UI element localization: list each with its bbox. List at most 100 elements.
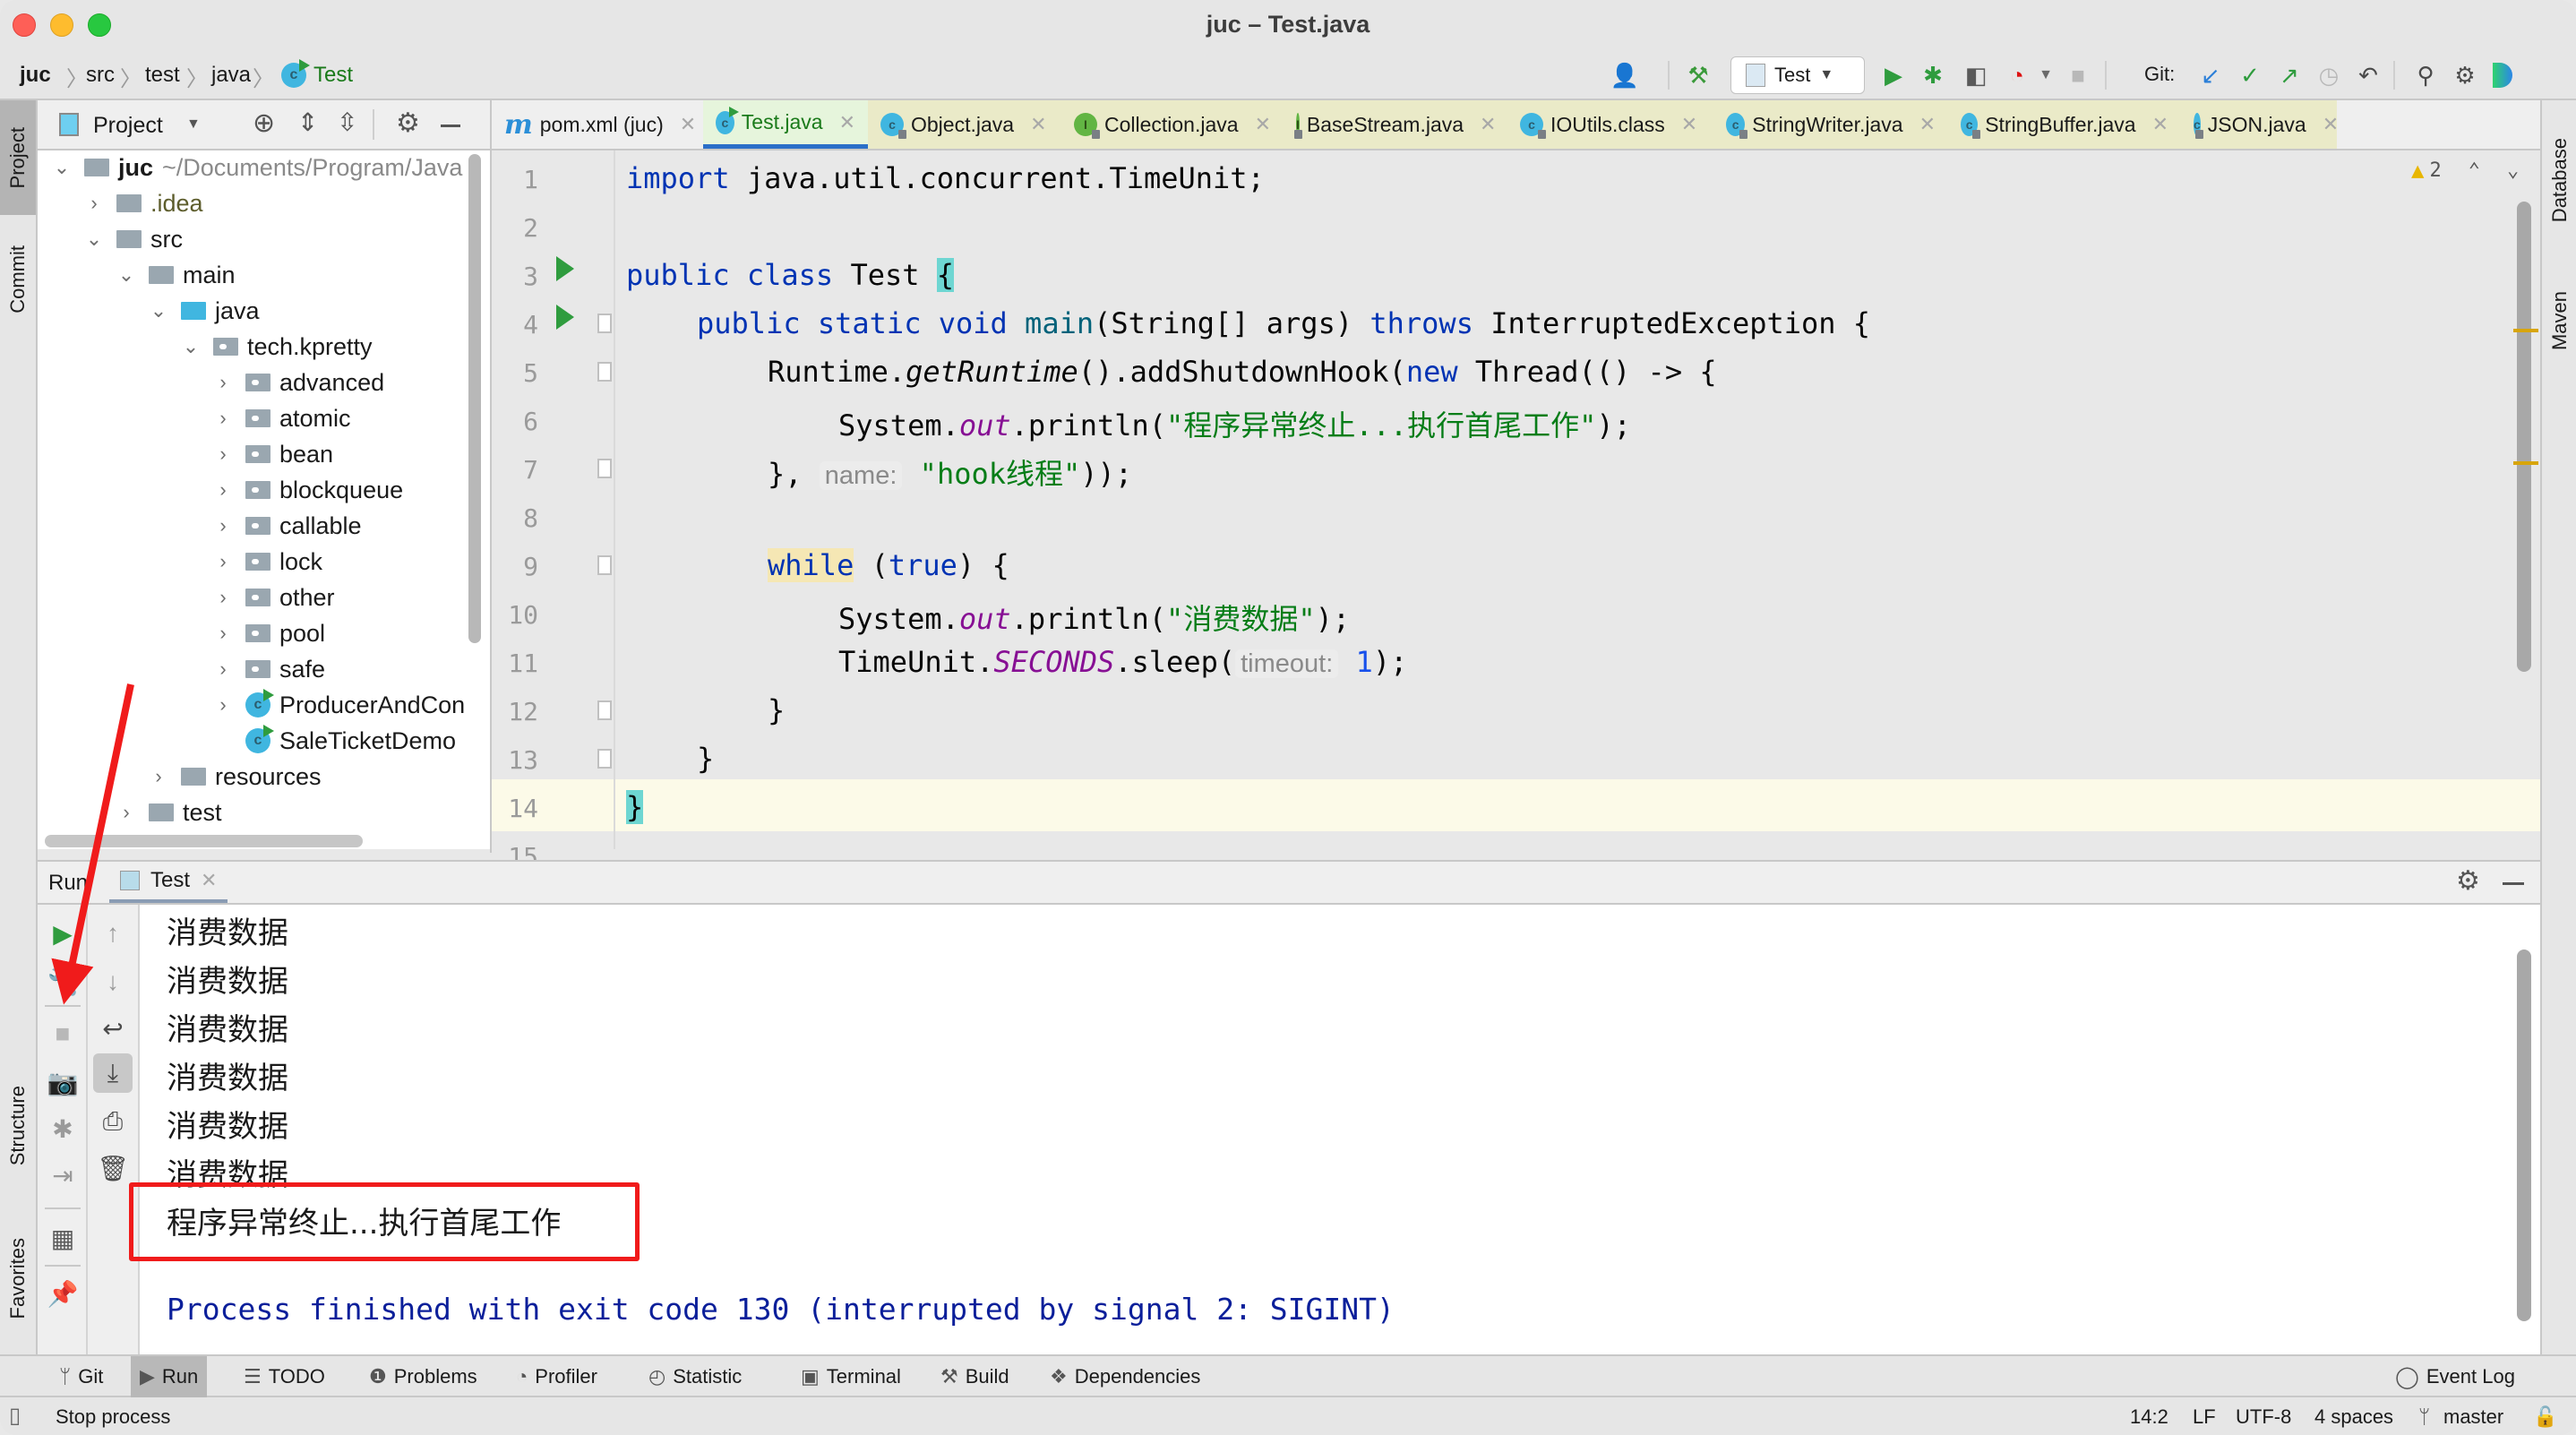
editor-tab[interactable]: I BaseStream.java ✕: [1284, 100, 1507, 149]
fold-toggle-icon[interactable]: [597, 362, 612, 382]
code-editor[interactable]: import java.util.concurrent.TimeUnit; pu…: [615, 150, 2540, 849]
tool-tab-structure[interactable]: Structure: [0, 1059, 36, 1193]
next-highlight-icon[interactable]: ⌄: [2507, 159, 2519, 182]
editor-tab[interactable]: c IOUtils.class ✕: [1507, 100, 1713, 149]
pin-icon[interactable]: 📌: [45, 1276, 81, 1311]
tree-item[interactable]: ⌄ java: [147, 294, 260, 328]
tree-item[interactable]: › test: [115, 795, 221, 829]
tree-item[interactable]: › .idea: [82, 186, 202, 220]
chevron-right-icon[interactable]: ›: [211, 514, 235, 537]
lock-open-icon[interactable]: 🔓: [2533, 1405, 2557, 1429]
tool-window-button-build[interactable]: ⚒ Build: [932, 1356, 1018, 1397]
tool-window-button-dependencies[interactable]: ❖ Dependencies: [1041, 1356, 1209, 1397]
settings-gear-icon[interactable]: ⚙: [396, 107, 420, 139]
event-log-button[interactable]: ◯ Event Log: [2386, 1356, 2524, 1397]
chevron-right-icon[interactable]: ›: [211, 586, 235, 609]
tree-item[interactable]: › pool: [211, 616, 325, 650]
chevron-right-icon[interactable]: ›: [82, 192, 106, 215]
warning-marker[interactable]: [2513, 461, 2538, 465]
tree-item[interactable]: › safe: [211, 652, 325, 686]
line-separator[interactable]: LF: [2193, 1405, 2216, 1429]
tool-window-button-terminal[interactable]: ▣ Terminal: [792, 1356, 910, 1397]
close-tab-icon[interactable]: ✕: [1919, 113, 1936, 136]
close-tab-icon[interactable]: ✕: [201, 869, 217, 892]
profile-icon[interactable]: ◔: [2001, 59, 2033, 91]
tree-item[interactable]: › resources: [147, 760, 321, 794]
tree-item[interactable]: › advanced: [211, 365, 384, 400]
project-horizontal-scrollbar[interactable]: [45, 835, 363, 847]
tree-item[interactable]: › bean: [211, 437, 333, 471]
up-stack-icon[interactable]: ↑: [95, 915, 131, 951]
run-class-gutter-icon[interactable]: [556, 256, 574, 281]
search-icon[interactable]: ⚲: [2409, 59, 2442, 91]
settings-gear-icon[interactable]: ⚙: [2456, 865, 2480, 897]
hide-panel-icon[interactable]: [441, 125, 460, 127]
breadcrumb-java[interactable]: java: [211, 63, 251, 88]
git-branch[interactable]: master: [2443, 1405, 2503, 1429]
editor-tab[interactable]: c StringWriter.java ✕: [1713, 100, 1948, 149]
chevron-down-icon[interactable]: ⌄: [179, 335, 202, 358]
warnings-indicator[interactable]: ▲ 2 ⌃ ⌄: [2411, 158, 2519, 183]
clear-all-trash-icon[interactable]: 🗑: [95, 1150, 131, 1186]
build-hammer-icon[interactable]: ⚒: [1682, 59, 1714, 91]
scroll-to-end-icon[interactable]: ⤓: [93, 1053, 133, 1093]
git-commit-icon[interactable]: ✓: [2234, 59, 2266, 91]
tool-tab-database[interactable]: Database: [2542, 113, 2576, 247]
editor-tab[interactable]: c StringBuffer.java ✕: [1948, 100, 2181, 149]
chevron-down-icon[interactable]: ⌄: [82, 228, 106, 251]
chevron-right-icon[interactable]: ›: [115, 801, 138, 824]
close-tab-icon[interactable]: ✕: [680, 113, 696, 136]
tool-window-button-git[interactable]: ᛘ Git: [50, 1356, 112, 1397]
run-icon[interactable]: ▶: [1877, 59, 1910, 91]
tree-item[interactable]: › atomic: [211, 401, 350, 435]
fold-toggle-icon[interactable]: [597, 749, 612, 769]
coverage-icon[interactable]: ◧: [1960, 59, 1992, 91]
warning-marker[interactable]: [2513, 329, 2538, 332]
tree-item[interactable]: › c ProducerAndCon: [211, 688, 465, 722]
run-configuration-selector[interactable]: Test ▼: [1730, 56, 1865, 94]
project-vertical-scrollbar[interactable]: [468, 154, 481, 643]
previous-highlight-icon[interactable]: ⌃: [2469, 159, 2480, 182]
thread-dump-camera-icon[interactable]: 📷: [45, 1064, 81, 1100]
account-icon[interactable]: 👤: [1609, 59, 1641, 91]
chevron-right-icon[interactable]: ›: [211, 550, 235, 573]
fold-toggle-icon[interactable]: [597, 700, 612, 720]
rerun-icon[interactable]: ▶: [45, 915, 81, 951]
close-tab-icon[interactable]: ✕: [2152, 113, 2168, 136]
caret-position[interactable]: 14:2: [2130, 1405, 2168, 1429]
fold-toggle-icon[interactable]: [597, 314, 612, 333]
editor-tab[interactable]: c Test.java ✕: [703, 100, 868, 149]
tool-window-button-problems[interactable]: ❶ Problems: [360, 1356, 486, 1397]
editor-vertical-scrollbar[interactable]: [2517, 202, 2531, 672]
tree-item[interactable]: ⌄ main: [115, 258, 236, 292]
close-tab-icon[interactable]: ✕: [2323, 113, 2339, 136]
tool-window-button-statistic[interactable]: ◴ Statistic: [640, 1356, 751, 1397]
editor-tab[interactable]: c Object.java ✕: [868, 100, 1061, 149]
breadcrumb-test[interactable]: test: [145, 63, 180, 88]
hide-panel-icon[interactable]: [2503, 882, 2524, 885]
chevron-right-icon[interactable]: ›: [211, 407, 235, 430]
project-view-selector[interactable]: Project: [93, 113, 163, 139]
tree-item-root[interactable]: ⌄ juc ~/Documents/Program/Java: [50, 150, 463, 185]
close-tab-icon[interactable]: ✕: [1480, 113, 1496, 136]
settings-gear-icon[interactable]: ⚙: [2449, 59, 2481, 91]
expand-all-icon[interactable]: ⇕: [297, 107, 318, 137]
down-stack-icon[interactable]: ↓: [95, 964, 131, 1000]
tree-item[interactable]: › other: [211, 580, 334, 614]
close-tab-icon[interactable]: ✕: [1681, 113, 1697, 136]
layout-icon[interactable]: ▦: [45, 1220, 81, 1256]
git-update-icon[interactable]: ↙: [2194, 59, 2227, 91]
debug-disabled-icon[interactable]: ✱: [45, 1111, 81, 1147]
chevron-down-icon[interactable]: ▼: [186, 116, 201, 133]
profile-dropdown-icon[interactable]: ▼: [2030, 59, 2062, 91]
git-history-icon[interactable]: ◷: [2313, 59, 2345, 91]
file-encoding[interactable]: UTF-8: [2236, 1405, 2291, 1429]
debug-icon[interactable]: ✱: [1917, 59, 1949, 91]
chevron-right-icon[interactable]: ›: [211, 657, 235, 681]
tool-window-button-profiler[interactable]: ◔ Profiler: [507, 1356, 606, 1397]
chevron-right-icon[interactable]: ›: [147, 765, 170, 788]
run-tab-test[interactable]: Test ✕: [109, 862, 228, 903]
stop-process-icon[interactable]: ■: [45, 1016, 81, 1052]
tree-item[interactable]: › callable: [211, 509, 361, 543]
close-tab-icon[interactable]: ✕: [1255, 113, 1271, 136]
